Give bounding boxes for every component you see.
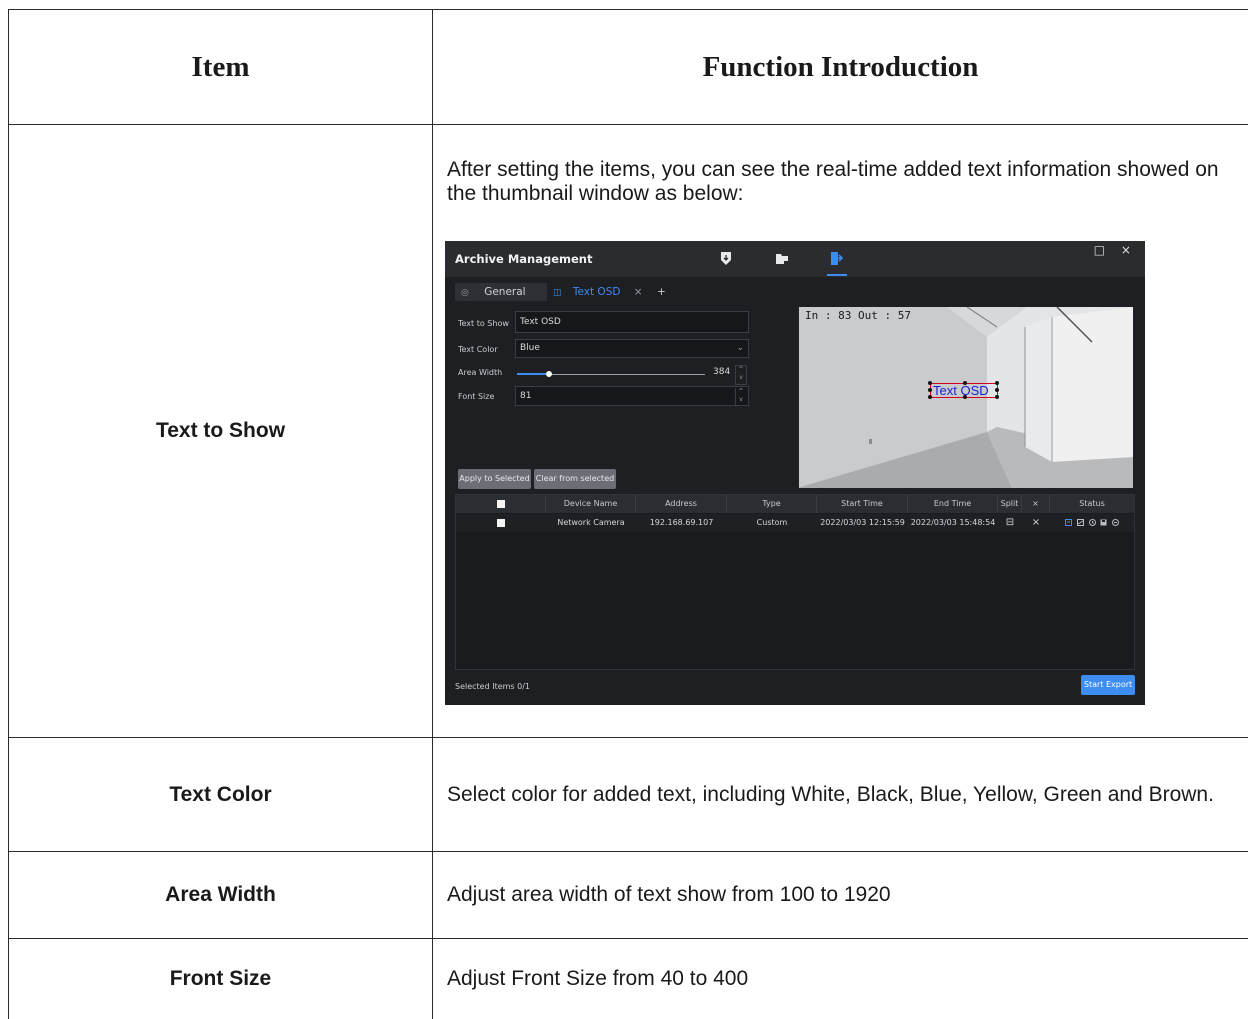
column-device-name[interactable]: Device Name (546, 495, 636, 513)
type-cell: Custom (756, 518, 788, 527)
tab-general-label: General (484, 286, 526, 298)
column-header-item: Item (191, 50, 250, 83)
osd-overlay-text: Text OSD (933, 383, 989, 398)
resize-handle[interactable] (963, 381, 967, 385)
end-time-cell: 2022/03/03 15:48:54 (910, 518, 996, 527)
split-icon[interactable]: ⊟ (998, 514, 1022, 532)
text-to-show-label: Text to Show (458, 319, 509, 328)
minus-status-icon[interactable] (1111, 519, 1119, 526)
window-title: Archive Management (455, 252, 593, 266)
area-width-stepper[interactable]: 384 ^ v (709, 364, 749, 385)
area-width-slider-fill (517, 373, 549, 375)
shield-download-icon[interactable] (719, 251, 733, 266)
resize-handle[interactable] (963, 395, 967, 399)
column-status[interactable]: Status (1050, 495, 1134, 513)
column-start-time[interactable]: Start Time (817, 495, 908, 513)
text-color-select[interactable]: Blue ⌄ (515, 339, 749, 358)
chevron-down-icon: ⌄ (736, 343, 744, 353)
column-split[interactable]: Split (998, 495, 1022, 513)
folder-icon[interactable] (775, 251, 789, 266)
select-all-checkbox[interactable] (456, 495, 546, 513)
image-status-icon[interactable] (1076, 519, 1084, 526)
row-description-front-size: Adjust Front Size from 40 to 400 (447, 967, 749, 990)
text-to-show-input[interactable]: Text OSD (515, 311, 749, 333)
selected-items-count: Selected Items 0/1 (455, 682, 531, 691)
status-icons (1050, 514, 1134, 532)
checkbox[interactable] (496, 499, 505, 508)
remove-row-icon[interactable]: × (1022, 514, 1050, 532)
active-tool-indicator (827, 274, 847, 276)
window-controls[interactable]: □ × (1094, 243, 1137, 257)
font-size-value: 81 (520, 391, 532, 401)
target-icon: ◎ (461, 288, 469, 298)
resize-handle[interactable] (928, 388, 932, 392)
in-out-timestamp: In : 83 Out : 57 (805, 309, 911, 322)
window-titlebar: Archive Management □ × (445, 241, 1145, 277)
area-width-label: Area Width (458, 368, 503, 377)
clear-from-selected-button[interactable]: Clear from selected (534, 469, 616, 489)
device-table: Device Name Address Type Start Time End … (455, 494, 1135, 670)
checkbox[interactable] (497, 518, 505, 527)
row-item-area-width: Area Width (165, 883, 276, 906)
row-item-text-color: Text Color (169, 782, 272, 806)
tab-general[interactable]: ◎ General (455, 283, 547, 301)
resize-handle[interactable] (995, 388, 999, 392)
row-item-text-to-show: Text to Show (155, 419, 286, 442)
export-icon[interactable] (829, 251, 843, 266)
add-tab-button[interactable]: + (657, 283, 669, 301)
start-time-cell: 2022/03/03 12:15:59 (820, 518, 905, 527)
font-size-stepper[interactable]: 81 ^ v (515, 386, 749, 406)
osd-status-icon[interactable] (1065, 519, 1073, 526)
tab-text-osd-label: Text OSD (572, 286, 621, 298)
apply-to-selected-button[interactable]: Apply to Selected (458, 469, 531, 489)
row-description-text-color: Select color for added text, including W… (447, 782, 1214, 806)
save-status-icon[interactable] (1100, 519, 1107, 526)
device-table-header: Device Name Address Type Start Time End … (456, 495, 1134, 513)
row-checkbox[interactable] (456, 514, 546, 532)
address-cell: 192.168.69.107 (649, 518, 714, 527)
text-color-value: Blue (520, 343, 540, 353)
row-description-text-to-show: After setting the items, you can see the… (447, 158, 1219, 205)
resize-handle[interactable] (995, 395, 999, 399)
column-end-time[interactable]: End Time (908, 495, 998, 513)
text-color-label: Text Color (458, 345, 498, 354)
tab-close-icon[interactable]: × (624, 286, 643, 298)
archive-management-screenshot: Archive Management □ × ◎ General ◫ Text … (445, 241, 1145, 705)
row-description-area-width: Adjust area width of text show from 100 … (447, 883, 891, 906)
osd-icon: ◫ (553, 288, 562, 298)
area-width-slider-knob[interactable] (546, 371, 552, 377)
column-address[interactable]: Address (636, 495, 727, 513)
start-export-button[interactable]: Start Export (1081, 675, 1135, 695)
osd-overlay[interactable]: Text OSD (928, 381, 999, 399)
column-type[interactable]: Type (727, 495, 817, 513)
resize-handle[interactable] (928, 381, 932, 385)
stepper-arrows-icon[interactable]: ^ v (735, 365, 747, 385)
column-header-function: Function Introduction (702, 50, 979, 83)
tab-text-osd[interactable]: ◫ Text OSD × (547, 283, 657, 301)
resize-handle[interactable] (995, 381, 999, 385)
device-name-cell: Network Camera (557, 518, 625, 527)
stepper-arrows-icon[interactable]: ^ v (735, 388, 746, 406)
column-remove[interactable]: × (1022, 495, 1050, 513)
table-row[interactable]: Network Camera 192.168.69.107 Custom 202… (456, 514, 1134, 532)
font-size-label: Font Size (458, 392, 495, 401)
resize-handle[interactable] (928, 395, 932, 399)
clock-status-icon[interactable] (1088, 519, 1096, 526)
row-item-front-size: Front Size (169, 967, 272, 990)
area-width-slider[interactable] (517, 371, 705, 377)
area-width-value: 384 (713, 367, 731, 377)
preview-thumbnail: In : 83 Out : 57 Text OSD (797, 307, 1133, 488)
